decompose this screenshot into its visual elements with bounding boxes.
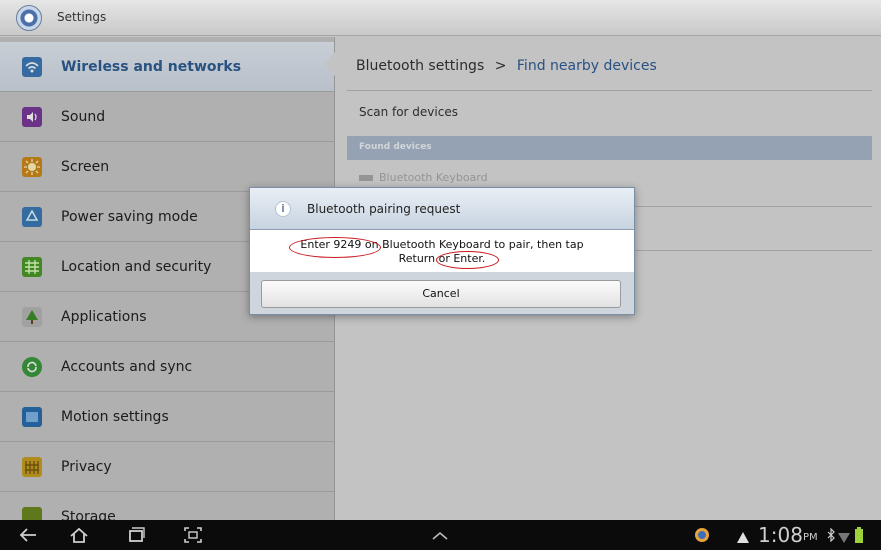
back-icon[interactable]: [17, 525, 39, 545]
dialog-title: Bluetooth pairing request: [307, 202, 461, 216]
recent-apps-icon[interactable]: [125, 525, 147, 545]
settings-gear-icon: [16, 5, 42, 31]
warning-icon[interactable]: [736, 529, 750, 548]
clock[interactable]: 1:08: [758, 523, 803, 547]
annotation-oval-enter: [436, 251, 499, 269]
system-bar: 1:08 PM: [0, 520, 881, 550]
cancel-button[interactable]: Cancel: [261, 280, 621, 308]
bluetooth-icon: [827, 527, 836, 546]
info-icon: i: [275, 201, 291, 217]
home-icon[interactable]: [68, 525, 90, 545]
chevron-up-icon[interactable]: [429, 527, 451, 546]
screenshot-icon[interactable]: [182, 525, 204, 545]
battery-icon: [855, 527, 863, 547]
annotation-oval-code: [289, 237, 381, 258]
clock-ampm: PM: [803, 532, 818, 543]
browser-icon[interactable]: [694, 527, 710, 547]
dialog-header: i Bluetooth pairing request: [250, 188, 634, 230]
title-bar: Settings: [0, 0, 881, 36]
dialog-footer: Cancel: [250, 272, 634, 314]
app-title: Settings: [57, 10, 107, 24]
wifi-signal-icon: [838, 529, 850, 548]
